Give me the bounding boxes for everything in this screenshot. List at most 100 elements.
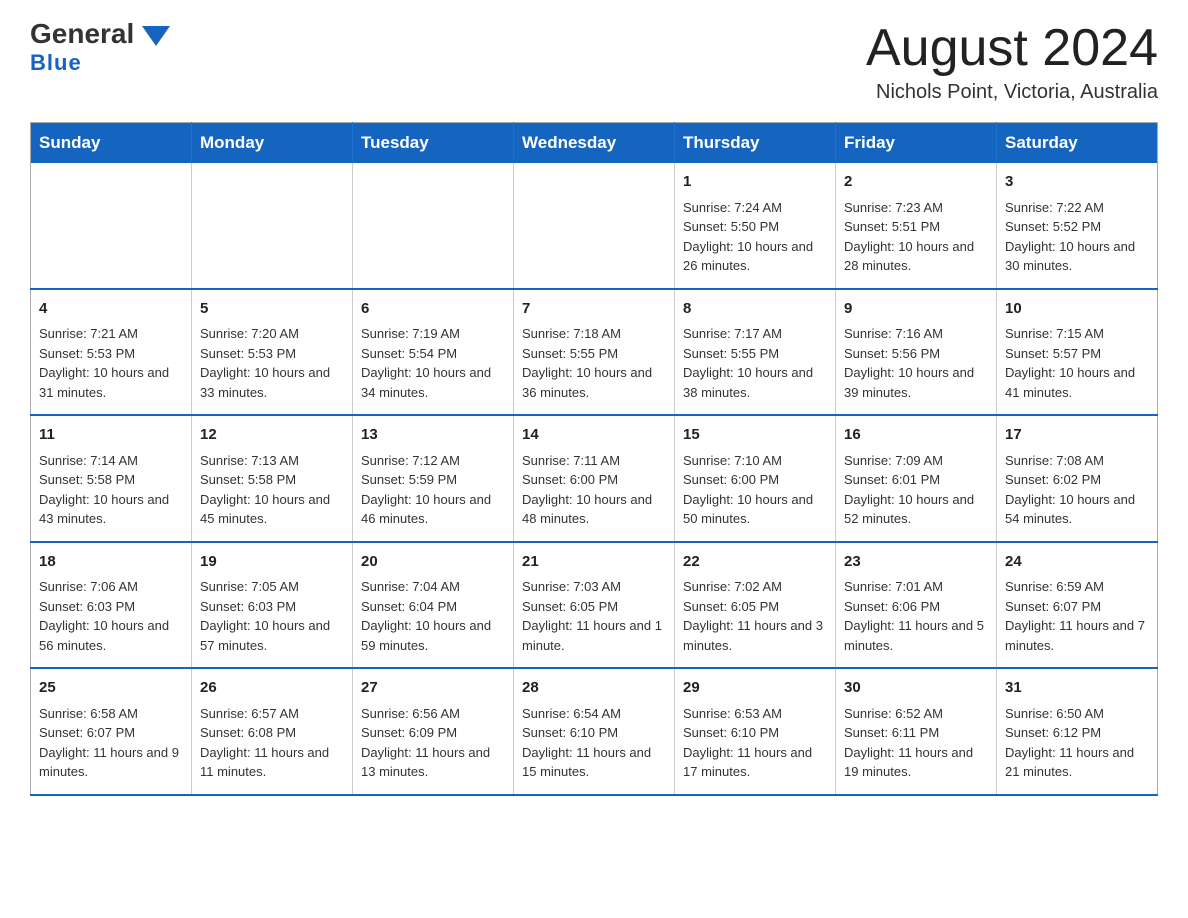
logo: General Blue (30, 20, 170, 76)
day-number: 5 (200, 298, 344, 321)
calendar-cell (192, 163, 353, 289)
day-info: Sunrise: 7:01 AM Sunset: 6:06 PM Dayligh… (844, 577, 988, 655)
day-info: Sunrise: 7:04 AM Sunset: 6:04 PM Dayligh… (361, 577, 505, 655)
day-info: Sunrise: 6:59 AM Sunset: 6:07 PM Dayligh… (1005, 577, 1149, 655)
day-number: 18 (39, 551, 183, 574)
calendar-header-wednesday: Wednesday (514, 123, 675, 164)
day-info: Sunrise: 7:24 AM Sunset: 5:50 PM Dayligh… (683, 198, 827, 276)
calendar-cell: 27 Sunrise: 6:56 AM Sunset: 6:09 PM Dayli… (353, 668, 514, 795)
day-number: 16 (844, 424, 988, 447)
calendar-cell: 30 Sunrise: 6:52 AM Sunset: 6:11 PM Dayli… (836, 668, 997, 795)
calendar-cell: 10 Sunrise: 7:15 AM Sunset: 5:57 PM Dayli… (997, 289, 1158, 416)
day-info: Sunrise: 7:19 AM Sunset: 5:54 PM Dayligh… (361, 324, 505, 402)
day-info: Sunrise: 6:57 AM Sunset: 6:08 PM Dayligh… (200, 704, 344, 782)
day-number: 31 (1005, 677, 1149, 700)
location: Nichols Point, Victoria, Australia (866, 81, 1158, 104)
calendar-cell: 9Sunrise: 7:16 AM Sunset: 5:56 PM Daylig… (836, 289, 997, 416)
day-info: Sunrise: 6:52 AM Sunset: 6:11 PM Dayligh… (844, 704, 988, 782)
logo-blue: Blue (30, 50, 82, 76)
calendar-cell: 28 Sunrise: 6:54 AM Sunset: 6:10 PM Dayli… (514, 668, 675, 795)
calendar-cell: 20 Sunrise: 7:04 AM Sunset: 6:04 PM Dayli… (353, 542, 514, 669)
calendar-cell: 21Sunrise: 7:03 AM Sunset: 6:05 PM Dayli… (514, 542, 675, 669)
day-info: Sunrise: 7:17 AM Sunset: 5:55 PM Dayligh… (683, 324, 827, 402)
calendar-header-saturday: Saturday (997, 123, 1158, 164)
calendar-cell: 11 Sunrise: 7:14 AM Sunset: 5:58 PM Dayli… (31, 415, 192, 542)
day-number: 7 (522, 298, 666, 321)
month-title: August 2024 (866, 20, 1158, 77)
calendar-cell: 25Sunrise: 6:58 AM Sunset: 6:07 PM Dayli… (31, 668, 192, 795)
day-info: Sunrise: 7:05 AM Sunset: 6:03 PM Dayligh… (200, 577, 344, 655)
day-info: Sunrise: 7:14 AM Sunset: 5:58 PM Dayligh… (39, 451, 183, 529)
calendar-cell: 2Sunrise: 7:23 AM Sunset: 5:51 PM Daylig… (836, 163, 997, 289)
day-number: 1 (683, 171, 827, 194)
day-number: 14 (522, 424, 666, 447)
day-info: Sunrise: 6:56 AM Sunset: 6:09 PM Dayligh… (361, 704, 505, 782)
calendar-cell: 7 Sunrise: 7:18 AM Sunset: 5:55 PM Daylig… (514, 289, 675, 416)
day-number: 24 (1005, 551, 1149, 574)
calendar-cell (353, 163, 514, 289)
day-number: 3 (1005, 171, 1149, 194)
calendar-header-row: SundayMondayTuesdayWednesdayThursdayFrid… (31, 123, 1158, 164)
calendar-cell: 6 Sunrise: 7:19 AM Sunset: 5:54 PM Daylig… (353, 289, 514, 416)
day-number: 23 (844, 551, 988, 574)
day-info: Sunrise: 7:11 AM Sunset: 6:00 PM Dayligh… (522, 451, 666, 529)
day-number: 6 (361, 298, 505, 321)
day-info: Sunrise: 7:09 AM Sunset: 6:01 PM Dayligh… (844, 451, 988, 529)
day-info: Sunrise: 7:15 AM Sunset: 5:57 PM Dayligh… (1005, 324, 1149, 402)
day-number: 12 (200, 424, 344, 447)
calendar-week-3: 11 Sunrise: 7:14 AM Sunset: 5:58 PM Dayli… (31, 415, 1158, 542)
calendar-table: SundayMondayTuesdayWednesdayThursdayFrid… (30, 122, 1158, 796)
calendar-cell: 1 Sunrise: 7:24 AM Sunset: 5:50 PM Daylig… (675, 163, 836, 289)
day-number: 22 (683, 551, 827, 574)
day-info: Sunrise: 7:06 AM Sunset: 6:03 PM Dayligh… (39, 577, 183, 655)
calendar-cell: 13 Sunrise: 7:12 AM Sunset: 5:59 PM Dayli… (353, 415, 514, 542)
day-info: Sunrise: 7:12 AM Sunset: 5:59 PM Dayligh… (361, 451, 505, 529)
logo-arrow-icon (142, 26, 170, 46)
day-number: 4 (39, 298, 183, 321)
calendar-cell: 3 Sunrise: 7:22 AM Sunset: 5:52 PM Daylig… (997, 163, 1158, 289)
day-info: Sunrise: 7:21 AM Sunset: 5:53 PM Dayligh… (39, 324, 183, 402)
day-info: Sunrise: 6:54 AM Sunset: 6:10 PM Dayligh… (522, 704, 666, 782)
title-section: August 2024 Nichols Point, Victoria, Aus… (866, 20, 1158, 104)
day-info: Sunrise: 7:22 AM Sunset: 5:52 PM Dayligh… (1005, 198, 1149, 276)
calendar-cell: 19 Sunrise: 7:05 AM Sunset: 6:03 PM Dayli… (192, 542, 353, 669)
calendar-cell: 29 Sunrise: 6:53 AM Sunset: 6:10 PM Dayli… (675, 668, 836, 795)
logo-general: General (30, 20, 170, 48)
calendar-cell: 22Sunrise: 7:02 AM Sunset: 6:05 PM Dayli… (675, 542, 836, 669)
calendar-week-4: 18 Sunrise: 7:06 AM Sunset: 6:03 PM Dayli… (31, 542, 1158, 669)
calendar-cell: 5 Sunrise: 7:20 AM Sunset: 5:53 PM Daylig… (192, 289, 353, 416)
calendar-cell: 8Sunrise: 7:17 AM Sunset: 5:55 PM Daylig… (675, 289, 836, 416)
day-number: 15 (683, 424, 827, 447)
day-info: Sunrise: 7:16 AM Sunset: 5:56 PM Dayligh… (844, 324, 988, 402)
day-number: 11 (39, 424, 183, 447)
calendar-cell: 24 Sunrise: 6:59 AM Sunset: 6:07 PM Dayli… (997, 542, 1158, 669)
day-info: Sunrise: 7:18 AM Sunset: 5:55 PM Dayligh… (522, 324, 666, 402)
calendar-week-2: 4 Sunrise: 7:21 AM Sunset: 5:53 PM Daylig… (31, 289, 1158, 416)
day-number: 26 (200, 677, 344, 700)
calendar-cell: 14 Sunrise: 7:11 AM Sunset: 6:00 PM Dayli… (514, 415, 675, 542)
day-number: 28 (522, 677, 666, 700)
day-number: 19 (200, 551, 344, 574)
page-header: General Blue August 2024 Nichols Point, … (30, 20, 1158, 104)
day-info: Sunrise: 7:10 AM Sunset: 6:00 PM Dayligh… (683, 451, 827, 529)
day-number: 13 (361, 424, 505, 447)
calendar-header-monday: Monday (192, 123, 353, 164)
calendar-cell: 16 Sunrise: 7:09 AM Sunset: 6:01 PM Dayli… (836, 415, 997, 542)
day-number: 29 (683, 677, 827, 700)
day-number: 30 (844, 677, 988, 700)
calendar-week-5: 25Sunrise: 6:58 AM Sunset: 6:07 PM Dayli… (31, 668, 1158, 795)
day-info: Sunrise: 7:23 AM Sunset: 5:51 PM Dayligh… (844, 198, 988, 276)
calendar-cell: 15 Sunrise: 7:10 AM Sunset: 6:00 PM Dayli… (675, 415, 836, 542)
day-number: 20 (361, 551, 505, 574)
day-info: Sunrise: 7:13 AM Sunset: 5:58 PM Dayligh… (200, 451, 344, 529)
calendar-cell: 4 Sunrise: 7:21 AM Sunset: 5:53 PM Daylig… (31, 289, 192, 416)
calendar-header-sunday: Sunday (31, 123, 192, 164)
day-info: Sunrise: 6:53 AM Sunset: 6:10 PM Dayligh… (683, 704, 827, 782)
day-number: 10 (1005, 298, 1149, 321)
day-info: Sunrise: 7:20 AM Sunset: 5:53 PM Dayligh… (200, 324, 344, 402)
day-number: 25 (39, 677, 183, 700)
calendar-cell: 18 Sunrise: 7:06 AM Sunset: 6:03 PM Dayli… (31, 542, 192, 669)
calendar-cell: 26 Sunrise: 6:57 AM Sunset: 6:08 PM Dayli… (192, 668, 353, 795)
day-number: 27 (361, 677, 505, 700)
calendar-cell: 23 Sunrise: 7:01 AM Sunset: 6:06 PM Dayli… (836, 542, 997, 669)
